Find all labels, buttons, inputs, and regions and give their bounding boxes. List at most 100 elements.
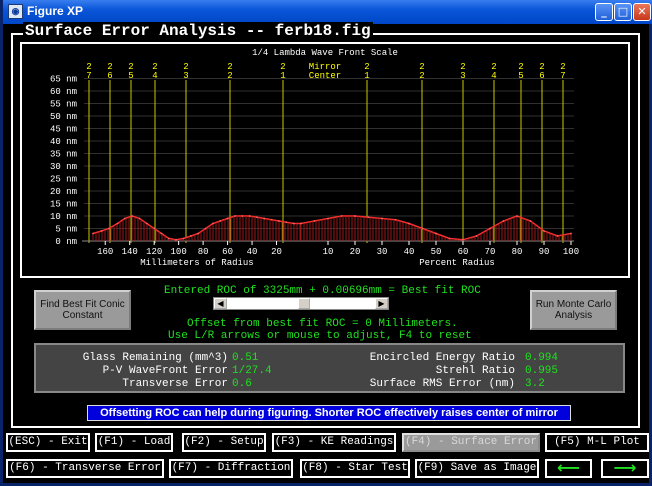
roc-readout: Entered ROC of 3325mm + 0.00696mm = Best… [164,285,481,297]
y-tick-label: 0 nm [55,237,77,247]
offset-readout: Offset from best fit ROC = 0 Millimeters… [187,318,458,330]
exit-button[interactable]: (ESC) - Exit [6,433,90,452]
minimize-button[interactable]: _ [595,3,613,21]
data-point [475,235,478,237]
next-arrow-button[interactable]: ⟶ [601,459,649,478]
data-point [340,215,343,217]
data-point [421,227,424,230]
zone-label-bottom: 1 [364,71,369,81]
data-point [263,217,266,220]
surface-error-plot: 1/4 Lambda Wave Front Scale 65 nm 60 nm 55 … [20,42,630,278]
data-point [167,237,170,240]
data-point [270,218,273,221]
diffraction-button[interactable]: (F7) - Diffraction [169,459,293,478]
zone-label-bottom: 6 [107,71,112,81]
y-tick-label: 15 nm [50,200,77,210]
adjust-help-text: Use L/R arrows or mouse to adjust, F4 to… [168,330,472,342]
data-point [285,221,288,224]
data-point [153,227,156,230]
zone-label-bottom: 2 [419,71,424,81]
page-title: Surface Error Analysis -- ferb18.fig [23,22,373,40]
window-title: Figure XP [27,4,84,18]
monte-carlo-button[interactable]: Run Monte Carlo Analysis [530,290,617,330]
data-point [489,227,491,230]
zone-label-bottom: 2 [227,71,232,81]
y-tick-label: 35 nm [50,150,77,160]
data-point [543,230,545,232]
zone-label-bottom: 3 [460,71,465,81]
y-tick-label: 60 nm [50,87,77,97]
transverse-error-button[interactable]: (F6) - Transverse Error [6,459,164,478]
slider-thumb[interactable] [298,298,310,309]
x-tick-label-mm: 120 [146,247,162,257]
data-point [408,222,410,225]
y-tick-label: 45 nm [50,125,77,135]
x-tick-label-mm: 60 [222,247,233,257]
app-window: ◉ Figure XP _ □ ✕ Surface Error Analysis… [0,0,652,486]
x-axis-label-percent: Percent Radius [419,258,495,268]
info-banner: Offsetting ROC can help during figuring.… [87,405,571,421]
data-point [529,220,532,222]
data-point [381,217,383,220]
data-point [300,222,302,225]
ml-plot-button[interactable]: (F5) M-L Plot [545,433,649,452]
title-bar[interactable]: ◉ Figure XP _ □ ✕ [3,0,652,24]
x-tick-label-percent: 80 [512,247,523,257]
x-tick-label-percent: 100 [563,247,579,257]
data-point [367,216,370,219]
best-fit-conic-button[interactable]: Find Best Fit Conic Constant [34,290,131,330]
x-tick-label-mm: 80 [198,247,209,257]
data-point [394,218,397,221]
roc-slider[interactable]: ◀ ▶ [213,297,389,310]
close-button[interactable]: ✕ [633,3,651,21]
mirror-center-label: Center [309,71,341,81]
data-point [292,222,295,225]
data-point [92,232,94,235]
data-point [570,232,572,235]
x-tick-label-mm: 40 [247,247,258,257]
data-point [256,216,258,219]
data-point [448,237,451,240]
data-point [100,230,103,232]
data-point [138,217,141,220]
x-tick-label-mm: 100 [171,247,187,257]
data-point [108,227,110,230]
data-point [204,227,207,230]
ke-readings-button[interactable]: (F3) - KE Readings [272,433,396,452]
setup-button[interactable]: (F2) - Setup [182,433,266,452]
previous-arrow-button[interactable]: ⟵ [545,459,592,478]
plot-canvas: 1/4 Lambda Wave Front Scale65 nm60 nm55 … [50,48,579,268]
data-point [462,238,464,241]
y-tick-label: 55 nm [50,100,77,110]
data-point [131,215,134,217]
statistics-panel: Glass Remaining (mm^3) 0.51 P-V WaveFron… [34,343,625,393]
x-tick-label-mm: 140 [122,247,138,257]
slider-right-arrow[interactable]: ▶ [375,298,388,309]
data-point [116,222,119,225]
data-point [219,220,222,222]
surface-error-button[interactable]: (F4) - Surface Error [402,433,540,452]
y-tick-label: 30 nm [50,162,77,172]
x-tick-label-percent: 90 [539,247,550,257]
app-icon: ◉ [8,4,23,19]
y-tick-label: 50 nm [50,112,77,122]
slider-left-arrow[interactable]: ◀ [214,298,227,309]
y-tick-label: 5 nm [55,225,77,235]
data-point [556,235,559,237]
load-button[interactable]: (F1) - Load [95,433,173,452]
data-point [175,238,178,241]
zone-label-bottom: 5 [518,71,523,81]
save-image-button[interactable]: (F9) Save as Image [415,459,539,478]
zone-label-bottom: 4 [152,71,157,81]
maximize-button[interactable]: □ [614,3,632,21]
x-tick-label-percent: 40 [404,247,415,257]
data-point [182,237,185,240]
y-tick-label: 40 nm [50,137,77,147]
zone-label-bottom: 4 [491,71,496,81]
star-test-button[interactable]: (F8) - Star Test [300,459,410,478]
data-point [123,217,126,220]
zone-label-bottom: 6 [539,71,544,81]
data-point [313,220,316,222]
plot-title: 1/4 Lambda Wave Front Scale [252,48,398,58]
x-tick-label-percent: 10 [323,247,334,257]
